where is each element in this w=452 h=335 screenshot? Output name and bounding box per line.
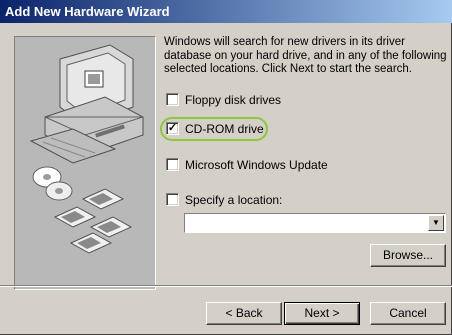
floppy-checkbox[interactable] <box>166 93 179 106</box>
floppy-label[interactable]: Floppy disk drives <box>185 92 281 108</box>
cdrom-highlight-ring <box>160 117 268 141</box>
divider <box>0 285 452 287</box>
back-button[interactable]: < Back <box>206 302 282 325</box>
window-title: Add New Hardware Wizard <box>5 4 170 19</box>
windows-update-checkbox[interactable] <box>166 158 179 171</box>
browse-button[interactable]: Browse... <box>370 244 446 267</box>
location-combobox[interactable]: ▼ <box>184 213 446 233</box>
specify-location-label[interactable]: Specify a location: <box>185 192 282 208</box>
cancel-button[interactable]: Cancel <box>370 302 446 325</box>
specify-location-checkbox[interactable] <box>166 193 179 206</box>
title-bar[interactable]: Add New Hardware Wizard <box>0 0 452 23</box>
computer-and-discs-icon <box>29 44 144 254</box>
wizard-window: Add New Hardware Wizard Windows will sea… <box>0 0 452 335</box>
description-text: Windows will search for new drivers in i… <box>164 36 447 75</box>
dropdown-arrow-icon[interactable]: ▼ <box>428 215 444 231</box>
wizard-illustration <box>14 36 156 290</box>
next-button[interactable]: Next > <box>284 302 360 325</box>
windows-update-label[interactable]: Microsoft Windows Update <box>185 157 328 173</box>
